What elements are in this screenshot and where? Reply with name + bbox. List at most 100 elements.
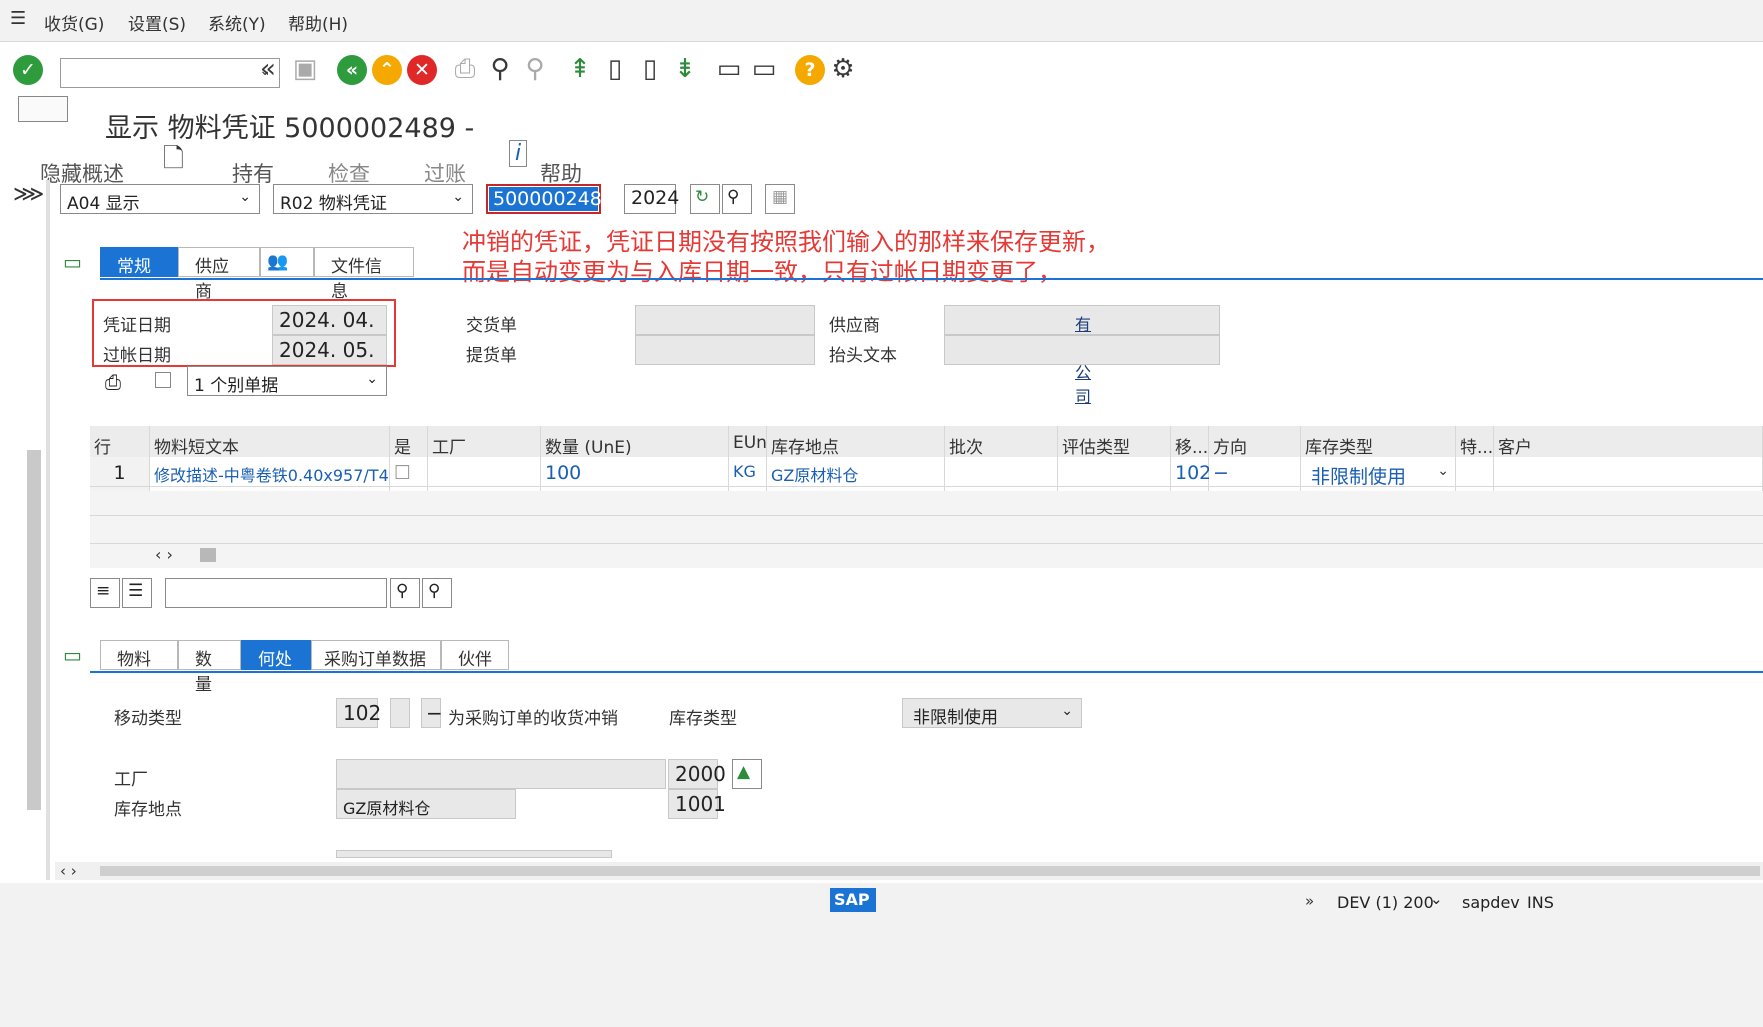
table-find-next-icon[interactable]: ⚲ bbox=[422, 578, 452, 608]
host-name: sapdev bbox=[1462, 893, 1520, 912]
tab-underline bbox=[100, 278, 1763, 280]
print-option-dropdown[interactable]: 1 个别单据 ⌄ bbox=[187, 366, 387, 396]
chevron-down-icon[interactable]: ⌄ bbox=[1061, 703, 1073, 719]
highlight-box bbox=[92, 299, 396, 367]
detail-collapse-icon[interactable]: ▭ bbox=[63, 643, 82, 667]
tab-material[interactable]: 物料 bbox=[100, 640, 178, 670]
plant-name-field bbox=[336, 759, 666, 789]
new-document-icon[interactable]: 🗋 bbox=[163, 140, 184, 184]
info-icon[interactable]: i bbox=[509, 140, 528, 167]
mvt-type-field: 102 bbox=[336, 698, 381, 728]
enter-check-icon[interactable]: ✓ bbox=[13, 55, 43, 85]
cancel-icon[interactable]: ✕ bbox=[407, 55, 437, 85]
first-page-icon[interactable]: ⇞ bbox=[565, 54, 595, 84]
command-field[interactable]: ⌄ bbox=[60, 58, 280, 88]
help-icon[interactable]: ? bbox=[795, 55, 825, 85]
sap-logo: SAP bbox=[830, 888, 876, 912]
printer-icon[interactable]: ⎙ bbox=[105, 370, 121, 394]
year-field[interactable]: 2024 bbox=[624, 184, 679, 214]
col-line[interactable]: 行 bbox=[90, 426, 150, 460]
annotation-line-2: 而是自动变更为与入库日期一致，只有过帐日期变更了， bbox=[462, 258, 1062, 286]
reference-dropdown[interactable]: R02 物料凭证 ⌄ bbox=[273, 184, 473, 214]
col-stock-type[interactable]: 库存类型 bbox=[1301, 426, 1456, 460]
col-batch[interactable]: 批次 bbox=[945, 426, 1058, 460]
vendor-field[interactable]: 有限公司 bbox=[944, 305, 1220, 406]
table-find-icon[interactable]: ⚲ bbox=[390, 578, 420, 608]
col-valuation[interactable]: 评估类型 bbox=[1058, 426, 1171, 460]
left-strip bbox=[0, 180, 50, 880]
back-double-chevron-icon[interactable]: « bbox=[253, 54, 283, 84]
tab-vendor[interactable]: 供应商 bbox=[178, 247, 260, 302]
plant-map-icon[interactable]: ▲ bbox=[732, 759, 762, 789]
col-mvt[interactable]: 移... bbox=[1171, 426, 1209, 460]
row-divider bbox=[90, 543, 1763, 544]
page-title: 显示 物料凭证 5000002489 - bbox=[105, 113, 475, 144]
exit-icon[interactable]: ⌃ bbox=[372, 55, 402, 85]
col-unit[interactable]: EUn bbox=[729, 426, 767, 460]
doc-number-field[interactable]: 5000002489 bbox=[486, 184, 614, 214]
delivery-note-label: 交货单 bbox=[466, 316, 517, 336]
previous-page-icon[interactable]: ▯ bbox=[600, 54, 630, 84]
search-icon[interactable]: ⚲ bbox=[722, 184, 752, 214]
scroll-thumb[interactable] bbox=[100, 866, 1760, 876]
menu-goods-receipt[interactable]: 收货(G) bbox=[44, 10, 104, 35]
table-scroll-thumb[interactable] bbox=[200, 548, 216, 562]
delivery-note-field bbox=[635, 305, 815, 335]
col-qty[interactable]: 数量 (UnE) bbox=[541, 426, 729, 460]
find-icon[interactable]: ⚲ bbox=[485, 54, 515, 84]
col-plant[interactable]: 工厂 bbox=[428, 426, 541, 460]
input-mode[interactable]: INS bbox=[1527, 893, 1554, 912]
tab-collapse-icon[interactable]: ▭ bbox=[63, 250, 82, 274]
tab-doc-info[interactable]: 文件信息 bbox=[314, 247, 414, 302]
tab-where[interactable]: 何处 bbox=[241, 640, 311, 670]
tab-partner[interactable]: 👥 bbox=[260, 247, 314, 277]
detail-tab-underline bbox=[90, 671, 1763, 673]
col-sloc[interactable]: 库存地点 bbox=[767, 426, 945, 460]
splitter[interactable] bbox=[46, 180, 50, 880]
col-customer[interactable]: 客户 bbox=[1494, 426, 1763, 460]
col-direction[interactable]: 方向 bbox=[1209, 426, 1301, 460]
settings-gear-icon[interactable]: ⚙ bbox=[828, 54, 858, 84]
mvt-type-label: 移动类型 bbox=[114, 709, 182, 729]
deselect-all-icon[interactable]: ☰ bbox=[122, 578, 152, 608]
collapse-icon[interactable]: ⋙ bbox=[13, 182, 44, 207]
menu-help[interactable]: 帮助(H) bbox=[288, 10, 348, 35]
chevron-down-icon[interactable]: ⌄ bbox=[1430, 890, 1443, 908]
save-icon: ▣ bbox=[292, 54, 318, 84]
tab-po-data[interactable]: 采购订单数据 bbox=[311, 640, 441, 670]
partially-hidden-field bbox=[336, 850, 612, 858]
scroll-left-right-icon[interactable]: ‹ › bbox=[60, 862, 77, 880]
chevron-down-icon[interactable]: ⌄ bbox=[1437, 463, 1449, 479]
back-icon[interactable]: « bbox=[337, 55, 367, 85]
stock-type-dropdown[interactable]: 非限制使用 ⌄ bbox=[902, 698, 1082, 728]
sloc-code-field: 1001 bbox=[668, 789, 726, 819]
execute-icon[interactable]: ↻ bbox=[690, 184, 720, 214]
system-info[interactable]: DEV (1) 200 bbox=[1337, 893, 1434, 912]
action-dropdown[interactable]: A04 显示 ⌄ bbox=[60, 184, 260, 214]
bill-of-lading-field bbox=[635, 335, 815, 365]
status-expand-icon[interactable]: » bbox=[1305, 892, 1314, 910]
mvt-special-field bbox=[390, 698, 410, 728]
select-all-icon[interactable]: ≡ bbox=[90, 578, 120, 608]
annotation-line-1: 冲销的凭证，凭证日期没有按照我们输入的那样来保存更新， bbox=[462, 228, 1110, 256]
table-search-input[interactable] bbox=[165, 578, 387, 608]
menu-system[interactable]: 系统(Y) bbox=[208, 10, 266, 35]
screen-menu-icon[interactable] bbox=[18, 96, 68, 122]
last-page-icon[interactable]: ⇟ bbox=[670, 54, 700, 84]
shortcut-icon[interactable]: ▭ bbox=[749, 54, 779, 84]
col-ok[interactable]: 是 bbox=[390, 426, 428, 460]
menu-icon[interactable]: ☰ bbox=[10, 8, 26, 29]
tab-general[interactable]: 常规 bbox=[100, 247, 178, 277]
tab-quantity[interactable]: 数量 bbox=[178, 640, 241, 695]
print-checkbox[interactable] bbox=[155, 372, 171, 388]
menu-settings[interactable]: 设置(S) bbox=[128, 10, 186, 35]
row-divider bbox=[90, 515, 1763, 516]
plant-label: 工厂 bbox=[114, 770, 148, 790]
vertical-scrollbar[interactable] bbox=[27, 450, 41, 810]
col-material[interactable]: 物料短文本 bbox=[150, 426, 390, 460]
new-session-icon[interactable]: ▭ bbox=[714, 54, 744, 84]
next-page-icon[interactable]: ▯ bbox=[635, 54, 665, 84]
table-scroll-left-icon[interactable]: ‹ › bbox=[155, 545, 173, 564]
col-special[interactable]: 特... bbox=[1456, 426, 1494, 460]
tab-partner-detail[interactable]: 伙伴 bbox=[441, 640, 509, 670]
